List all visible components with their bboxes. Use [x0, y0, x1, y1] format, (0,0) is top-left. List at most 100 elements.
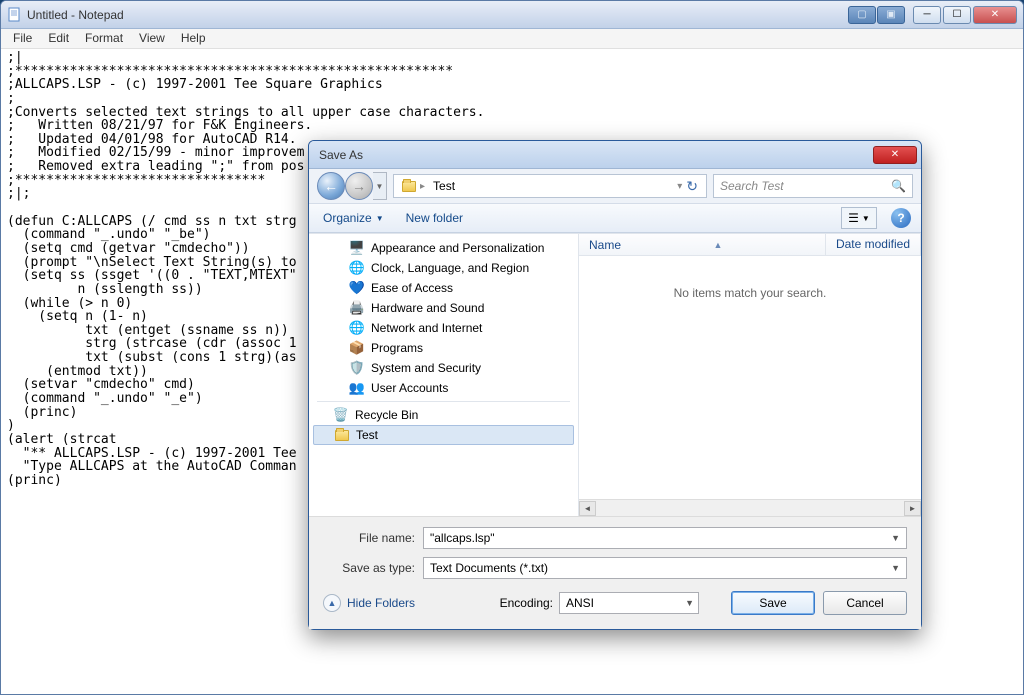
- new-folder-button[interactable]: New folder: [402, 209, 467, 227]
- nav-back-button[interactable]: ←: [317, 172, 345, 200]
- aux-button-1[interactable]: ▢: [848, 6, 876, 24]
- tree-item[interactable]: 🗑️ Recycle Bin: [309, 405, 578, 425]
- window-controls: ─ ☐ ✕: [913, 6, 1017, 24]
- tree-item[interactable]: 🌐 Clock, Language, and Region: [309, 258, 578, 278]
- dialog-close-button[interactable]: ✕: [873, 146, 917, 164]
- category-icon: 🛡️: [349, 360, 365, 376]
- arrow-left-icon: ←: [324, 178, 338, 194]
- tree-divider: [317, 401, 570, 402]
- category-icon: 🌐: [349, 320, 365, 336]
- category-icon: 💙: [349, 280, 365, 296]
- search-icon: 🔍: [891, 179, 906, 193]
- tree-item-label: Network and Internet: [371, 321, 482, 335]
- dialog-toolbar: Organize ▼ New folder ☰ ▼ ?: [309, 203, 921, 233]
- menu-edit[interactable]: Edit: [40, 29, 77, 48]
- nav-history-dropdown[interactable]: ▼: [373, 172, 387, 200]
- category-icon: 🖥️: [349, 240, 365, 256]
- breadcrumb-item-test[interactable]: Test: [429, 179, 459, 193]
- address-bar-row: ← → ▼ ▸ Test ▾ ↻ Search Test 🔍: [309, 169, 921, 203]
- tree-item[interactable]: 💙 Ease of Access: [309, 278, 578, 298]
- column-date[interactable]: Date modified: [826, 234, 921, 255]
- aux-button-2[interactable]: ▣: [877, 6, 905, 24]
- organize-button[interactable]: Organize ▼: [319, 209, 388, 227]
- cancel-button[interactable]: Cancel: [823, 591, 907, 615]
- file-list-pane: Name ▲ Date modified No items match your…: [579, 234, 921, 516]
- tree-item-label: Ease of Access: [371, 281, 453, 295]
- tree-item-label: Programs: [371, 341, 423, 355]
- filename-input[interactable]: "allcaps.lsp" ▼: [423, 527, 907, 549]
- category-icon: 📦: [349, 340, 365, 356]
- hide-folders-button[interactable]: ▲ Hide Folders: [323, 594, 415, 612]
- category-icon: 🖨️: [349, 300, 365, 316]
- chevron-down-icon[interactable]: ▼: [891, 533, 900, 543]
- scroll-right-icon[interactable]: ►: [904, 501, 921, 516]
- search-input[interactable]: Search Test 🔍: [713, 174, 913, 198]
- breadcrumb-bar[interactable]: ▸ Test ▾ ↻: [393, 174, 707, 198]
- chevron-down-icon: ▼: [889, 563, 902, 573]
- tree-item[interactable]: 🛡️ System and Security: [309, 358, 578, 378]
- navigation-tree[interactable]: 🖥️ Appearance and Personalization 🌐 Clock, …: [309, 234, 579, 516]
- tree-item-label: Recycle Bin: [355, 408, 418, 422]
- chevron-right-icon: ▸: [420, 181, 425, 192]
- menu-file[interactable]: File: [5, 29, 40, 48]
- save-as-dialog: Save As ✕ ← → ▼ ▸ Test ▾ ↻ Search Test 🔍: [308, 140, 922, 630]
- nav-forward-button[interactable]: →: [345, 172, 373, 200]
- category-icon: 🌐: [349, 260, 365, 276]
- column-name[interactable]: Name ▲: [579, 234, 826, 255]
- tree-item[interactable]: 🌐 Network and Internet: [309, 318, 578, 338]
- dialog-bottom-panel: File name: "allcaps.lsp" ▼ Save as type:…: [309, 516, 921, 629]
- tree-item-label: Clock, Language, and Region: [371, 261, 529, 275]
- sort-ascending-icon: ▲: [714, 240, 723, 250]
- tree-item[interactable]: 🖥️ Appearance and Personalization: [309, 238, 578, 258]
- notepad-menubar: File Edit Format View Help: [1, 29, 1023, 49]
- tree-item-label: Appearance and Personalization: [371, 241, 544, 255]
- tree-item-label: Test: [356, 428, 378, 442]
- file-browser: 🖥️ Appearance and Personalization 🌐 Clock, …: [309, 233, 921, 516]
- scroll-left-icon[interactable]: ◄: [579, 501, 596, 516]
- aux-window-buttons: ▢ ▣: [848, 6, 905, 24]
- saveastype-combo[interactable]: Text Documents (*.txt) ▼: [423, 557, 907, 579]
- breadcrumb-folder[interactable]: ▸: [398, 181, 429, 192]
- refresh-icon: ↻: [686, 178, 698, 194]
- menu-format[interactable]: Format: [77, 29, 131, 48]
- help-button[interactable]: ?: [891, 208, 911, 228]
- menu-view[interactable]: View: [131, 29, 173, 48]
- tree-item[interactable]: 🖨️ Hardware and Sound: [309, 298, 578, 318]
- notepad-titlebar[interactable]: Untitled - Notepad ▢ ▣ ─ ☐ ✕: [1, 1, 1023, 29]
- menu-help[interactable]: Help: [173, 29, 214, 48]
- horizontal-scrollbar[interactable]: ◄ ►: [579, 499, 921, 516]
- category-icon: 👥: [349, 380, 365, 396]
- chevron-down-icon: ▼: [685, 598, 694, 608]
- tree-item-label: System and Security: [371, 361, 481, 375]
- folder-icon: [334, 427, 350, 443]
- dialog-title: Save As: [319, 148, 873, 162]
- arrow-right-icon: →: [352, 178, 366, 194]
- minimize-button[interactable]: ─: [913, 6, 941, 24]
- chevron-up-icon: ▲: [323, 594, 341, 612]
- notepad-icon: [7, 7, 23, 23]
- filename-label: File name:: [323, 531, 423, 545]
- help-icon: ?: [897, 211, 904, 225]
- tree-item-label: Hardware and Sound: [371, 301, 484, 315]
- dialog-titlebar[interactable]: Save As ✕: [309, 141, 921, 169]
- notepad-title: Untitled - Notepad: [27, 8, 848, 22]
- chevron-down-icon: ▼: [376, 214, 384, 223]
- save-button[interactable]: Save: [731, 591, 815, 615]
- chevron-down-icon: ▼: [862, 214, 870, 223]
- list-header: Name ▲ Date modified: [579, 234, 921, 256]
- tree-item-label: User Accounts: [371, 381, 448, 395]
- maximize-button[interactable]: ☐: [943, 6, 971, 24]
- saveastype-label: Save as type:: [323, 561, 423, 575]
- encoding-combo[interactable]: ANSI ▼: [559, 592, 699, 614]
- refresh-button[interactable]: ↻: [682, 178, 702, 195]
- category-icon: 🗑️: [333, 407, 349, 423]
- list-icon: ☰: [848, 211, 859, 225]
- tree-item[interactable]: 📦 Programs: [309, 338, 578, 358]
- folder-icon: [402, 181, 416, 192]
- tree-item[interactable]: Test: [313, 425, 574, 445]
- encoding-label: Encoding:: [500, 596, 553, 610]
- view-mode-button[interactable]: ☰ ▼: [841, 207, 877, 229]
- tree-item[interactable]: 👥 User Accounts: [309, 378, 578, 398]
- close-button[interactable]: ✕: [973, 6, 1017, 24]
- search-placeholder: Search Test: [720, 179, 784, 193]
